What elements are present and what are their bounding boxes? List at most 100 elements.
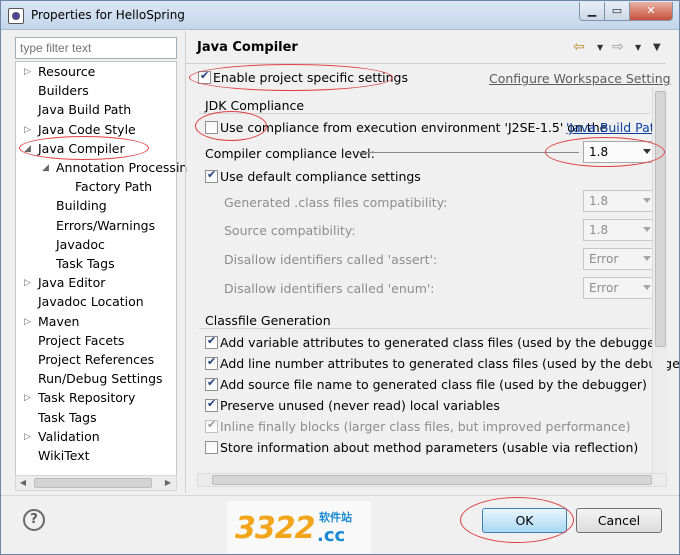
class-compat-select[interactable]: 1.8: [583, 190, 656, 212]
tree-item[interactable]: Project References: [38, 351, 154, 369]
button-bar-divider: [1, 495, 679, 496]
scroll-left-icon[interactable]: ◀: [16, 476, 30, 490]
scroll-thumb[interactable]: [34, 478, 152, 488]
classfile-option-checkbox[interactable]: [205, 397, 218, 412]
tree-item[interactable]: Annotation Processin: [56, 159, 187, 177]
properties-dialog: Properties for HelloSpring ▁ ▭ ✕ ▷ Resour…: [0, 0, 680, 555]
watermark-domain: .cc: [317, 525, 346, 546]
tree-item[interactable]: Resource: [38, 63, 95, 81]
java-build-path-link[interactable]: 'Java Build Path: [566, 120, 663, 135]
enum-identifier-label: Disallow identifiers called 'enum':: [224, 281, 435, 296]
tree-item[interactable]: WikiText: [38, 447, 90, 465]
tree-item[interactable]: Java Code Style: [38, 121, 136, 139]
expand-arrow-icon[interactable]: ▷: [24, 389, 31, 407]
enum-identifier-select[interactable]: Error: [583, 277, 656, 299]
tree-item[interactable]: Java Compiler: [38, 140, 125, 158]
watermark-number: 3322: [235, 511, 315, 546]
help-icon[interactable]: ?: [23, 509, 45, 531]
classfile-option-checkbox[interactable]: [205, 418, 218, 433]
scroll-thumb[interactable]: [655, 91, 666, 347]
compliance-level-label: Compiler compliance level:: [205, 146, 375, 161]
classfile-option-checkbox[interactable]: [205, 355, 218, 370]
classfile-option-checkbox[interactable]: [205, 334, 218, 349]
classfile-option-checkbox[interactable]: [205, 376, 218, 391]
enable-project-settings-label: Enable project specific settings: [213, 70, 408, 85]
class-compat-value: 1.8: [589, 194, 609, 208]
close-button[interactable]: ✕: [629, 2, 673, 21]
tree-item[interactable]: Project Facets: [38, 332, 124, 350]
tree-item[interactable]: Javadoc Location: [38, 293, 144, 311]
content-horizontal-scrollbar[interactable]: [197, 473, 667, 487]
tree-item[interactable]: Factory Path: [75, 178, 152, 196]
compliance-level-value: 1.8: [589, 145, 609, 159]
back-menu-chevron-down-icon[interactable]: ▼: [597, 43, 603, 52]
assert-identifier-select[interactable]: Error: [583, 248, 656, 270]
tree-item[interactable]: Task Repository: [38, 389, 135, 407]
tree-item[interactable]: Errors/Warnings: [56, 217, 155, 235]
view-menu-icon[interactable]: ▼: [653, 42, 661, 53]
tree-horizontal-scrollbar[interactable]: ◀ ▶: [15, 475, 177, 491]
scroll-right-icon[interactable]: ▶: [161, 476, 175, 490]
jdk-compliance-title: JDK Compliance: [205, 98, 305, 113]
tree-item[interactable]: Java Editor: [38, 274, 105, 292]
tree-item[interactable]: Maven: [38, 313, 79, 331]
chevron-down-icon: [643, 198, 651, 203]
tree-item[interactable]: Javadoc: [56, 236, 105, 254]
content-vertical-scrollbar[interactable]: [652, 87, 667, 473]
ok-button[interactable]: OK: [482, 508, 567, 533]
maximize-button[interactable]: ▭: [604, 2, 630, 21]
expand-arrow-icon[interactable]: ▷: [24, 63, 31, 81]
filter-input[interactable]: [15, 37, 177, 59]
configure-workspace-link[interactable]: Configure Workspace Setting: [489, 71, 671, 86]
classfile-option-label: Add variable attributes to generated cla…: [220, 335, 665, 350]
eclipse-icon: [8, 8, 24, 24]
expand-arrow-icon[interactable]: ▷: [24, 121, 31, 139]
forward-menu-chevron-down-icon[interactable]: ▼: [635, 43, 641, 52]
expand-arrow-icon[interactable]: ▷: [24, 428, 31, 446]
classfile-option-label: Inline finally blocks (larger class file…: [220, 419, 631, 434]
tree-item[interactable]: Task Tags: [56, 255, 115, 273]
enable-project-settings-checkbox[interactable]: [198, 69, 211, 84]
cancel-button[interactable]: Cancel: [576, 508, 662, 533]
assert-identifier-value: Error: [589, 252, 619, 266]
expand-arrow-icon[interactable]: ▷: [24, 313, 31, 331]
tree-item[interactable]: Run/Debug Settings: [38, 370, 163, 388]
tree-item[interactable]: Java Build Path: [38, 101, 131, 119]
minimize-button[interactable]: ▁: [579, 2, 605, 21]
assert-identifier-label: Disallow identifiers called 'assert':: [224, 252, 438, 267]
chevron-down-icon: [643, 285, 651, 290]
scroll-thumb[interactable]: [212, 475, 652, 485]
panel-divider: [185, 31, 186, 493]
source-compat-label: Source compatibility:: [224, 223, 356, 238]
use-default-compliance-checkbox[interactable]: [205, 168, 218, 183]
page-title: Java Compiler: [197, 40, 298, 55]
classfile-generation-title: Classfile Generation: [205, 313, 331, 328]
use-ee-compliance-checkbox[interactable]: [205, 121, 218, 134]
tree-item[interactable]: Building: [56, 197, 107, 215]
classfile-option-label: Preserve unused (never read) local varia…: [220, 398, 500, 413]
tree-item[interactable]: Builders: [38, 82, 89, 100]
source-compat-select[interactable]: 1.8: [583, 219, 656, 241]
enum-identifier-value: Error: [589, 281, 619, 295]
use-ee-compliance-label: Use compliance from execution environmen…: [220, 120, 608, 135]
window-title: Properties for HelloSpring: [31, 8, 185, 22]
class-compat-label: Generated .class files compatibility:: [224, 195, 448, 210]
source-compat-value: 1.8: [589, 223, 609, 237]
expand-arrow-icon[interactable]: ▷: [24, 274, 31, 292]
classfile-option-label: Store information about method parameter…: [220, 440, 639, 455]
chevron-down-icon: [643, 227, 651, 232]
tree-item[interactable]: Task Tags: [38, 409, 97, 427]
classfile-option-label: Add line number attributes to generated …: [220, 356, 680, 371]
header-divider: [186, 63, 666, 64]
forward-arrow-icon[interactable]: ⇨: [612, 39, 624, 55]
back-arrow-icon[interactable]: ⇦: [573, 39, 585, 55]
property-tree: ▷ Resource Builders Java Build Path ▷ Java Co…: [15, 61, 187, 491]
tree-item[interactable]: Validation: [38, 428, 100, 446]
classfile-option-checkbox[interactable]: [205, 441, 218, 454]
collapse-arrow-icon[interactable]: ◢: [24, 140, 31, 158]
compliance-level-select[interactable]: 1.8: [583, 141, 656, 163]
chevron-down-icon: [643, 256, 651, 261]
use-default-compliance-label: Use default compliance settings: [220, 169, 421, 184]
collapse-arrow-icon[interactable]: ◢: [42, 159, 49, 177]
watermark-site: 软件站: [319, 511, 352, 524]
